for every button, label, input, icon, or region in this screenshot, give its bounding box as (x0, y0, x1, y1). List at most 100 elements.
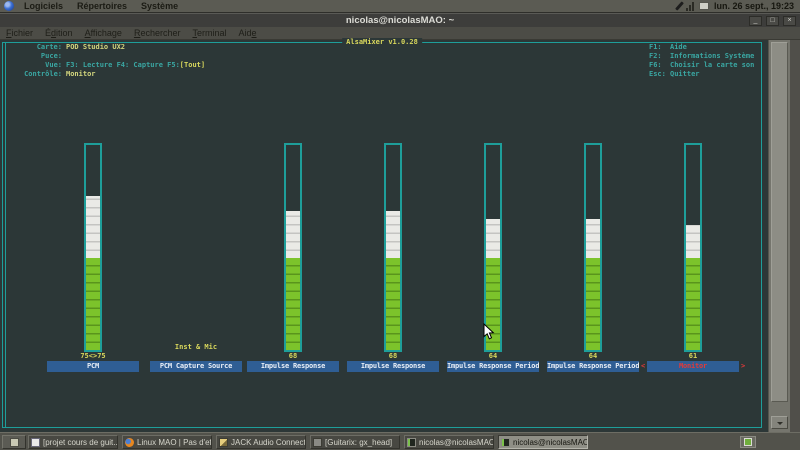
help-key: F1: (649, 43, 662, 51)
panel-menu-syst-me[interactable]: Système (134, 0, 185, 13)
view-mode: [Tout] (179, 61, 206, 69)
help-line-esc: Esc: Quitter (649, 70, 754, 79)
box-left-double-line (5, 43, 6, 427)
window-frame (790, 40, 800, 432)
control-value: Monitor (66, 70, 96, 78)
bar-fill-white (486, 218, 500, 258)
taskbar-item-5[interactable]: nicolas@nicolasMAO: ~ (498, 435, 588, 449)
terminal-menu-aide[interactable]: Aide (232, 27, 262, 40)
window-controls: _ □ × (749, 16, 796, 26)
mixer-bar-monitor-6[interactable] (684, 143, 702, 352)
pen-tray-icon[interactable] (674, 1, 684, 11)
taskbar-item-1[interactable]: Linux MAO | Pas d'eff... (122, 435, 212, 449)
signal-strength-icon[interactable] (685, 1, 694, 11)
desktop-screen: Logiciels Répertoires Système lun. 26 sept… (0, 0, 800, 450)
mixer-bar-impulse-response-3[interactable] (384, 143, 402, 352)
mixer-bar-pcm-0[interactable] (84, 143, 102, 352)
mixer-info: Carte: POD Studio UX2 Puce: Vue: F3: Lectu… (0, 43, 205, 79)
taskbar-tray (740, 436, 756, 448)
close-button[interactable]: × (783, 16, 796, 26)
bar-fill-green (386, 257, 400, 350)
network-tray-icon[interactable] (698, 2, 709, 10)
mixer-label-pcm-capture-source-1[interactable]: PCM Capture Source (150, 361, 242, 372)
help-line-f1: F1: Aide (649, 43, 754, 52)
help-key: F6: (649, 61, 662, 69)
terminal-menu-affichage[interactable]: Affichage (79, 27, 128, 40)
help-line-f6: F6: Choisir la carte son (649, 61, 754, 70)
view-keys: F3: Lecture F4: Capture F5: (66, 61, 180, 69)
help-key: F2: (649, 52, 662, 60)
bar-fill-white (586, 218, 600, 258)
taskbar-item-label: [Guitarix: gx_head] (325, 437, 393, 447)
panel-menus: Logiciels Répertoires Système (17, 0, 185, 13)
guitarix-icon (313, 437, 322, 447)
terminal-icon (501, 437, 510, 447)
bar-fill-green (586, 257, 600, 350)
bar-fill-green (86, 257, 100, 350)
firefox-icon (125, 437, 134, 447)
show-desktop-button[interactable] (2, 435, 26, 449)
terminal-scrollbar[interactable] (768, 40, 790, 432)
mixer-label-monitor-6[interactable]: Monitor (647, 361, 739, 372)
mixer-value-impulse-response-3: 68 (388, 352, 398, 360)
taskbar-item-label: [projet cours de guit... (43, 437, 118, 447)
terminal-menu-dition[interactable]: Édition (39, 27, 79, 40)
mixer-value-impulse-response-2: 68 (288, 352, 298, 360)
help-text: Informations Système (670, 52, 755, 60)
desktop-icon (9, 437, 19, 447)
taskbar-item-0[interactable]: [projet cours de guit... (28, 435, 118, 449)
taskbar-item-2[interactable]: JACK Audio Connecti... (216, 435, 306, 449)
maximize-button[interactable]: □ (766, 16, 779, 26)
bar-fill-white (286, 210, 300, 258)
mixer-bar-impulse-response-period-5[interactable] (584, 143, 602, 352)
mixer-bar-impulse-response-2[interactable] (284, 143, 302, 352)
applications-menu-icon[interactable] (4, 1, 14, 11)
terminal-content: AlsaMixer v1.0.28 Carte: POD Studio UX2 P… (0, 38, 768, 432)
mixer-bar-impulse-response-period-4[interactable] (484, 143, 502, 352)
alsamixer-title: AlsaMixer v1.0.28 (342, 38, 422, 46)
tray-terminal-icon[interactable] (744, 438, 752, 446)
mixer-label-impulse-response-period-4[interactable]: Impulse Response Period (447, 361, 539, 372)
mixer-label-impulse-response-3[interactable]: Impulse Response (347, 361, 439, 372)
scrollbar-down-button[interactable] (771, 416, 788, 429)
taskbar-item-3[interactable]: [Guitarix: gx_head] (310, 435, 400, 449)
card-value: POD Studio UX2 (66, 43, 126, 51)
bar-fill-white (386, 210, 400, 258)
panel-tray: lun. 26 sept., 19:23 (674, 1, 800, 11)
help-text: Aide (670, 43, 687, 51)
taskbar: [projet cours de guit... Linux MAO | Pas … (0, 432, 800, 450)
panel-menu-r-pertoires[interactable]: Répertoires (70, 0, 134, 13)
mixer-help: F1: Aide F2: Informations Système F6: Choisir… (649, 43, 754, 79)
mixer-label-impulse-response-period-5[interactable]: Impulse Response Period (547, 361, 639, 372)
selected-right-arrow: > (741, 362, 746, 370)
minimize-button[interactable]: _ (749, 16, 762, 26)
taskbar-item-label: nicolas@nicolasMAO:... (419, 437, 493, 447)
panel-menu-logiciels[interactable]: Logiciels (17, 0, 70, 13)
taskbar-item-label: JACK Audio Connecti... (231, 437, 306, 447)
bar-fill-white (686, 224, 700, 258)
terminal-menu-fichier[interactable]: Fichier (0, 27, 39, 40)
bar-fill-white (86, 196, 100, 258)
scrollbar-thumb[interactable] (771, 42, 788, 402)
chip-label: Puce: (40, 52, 62, 60)
bar-fill-green (286, 257, 300, 350)
terminal-menu-rechercher[interactable]: Rechercher (128, 27, 187, 40)
mixer-label-pcm-0[interactable]: PCM (47, 361, 139, 372)
mixer-value-pcm-capture-source-1: Inst & Mic (174, 343, 218, 351)
desktop-top-panel: Logiciels Répertoires Système lun. 26 sept… (0, 0, 800, 13)
terminal-titlebar[interactable]: nicolas@nicolasMAO: ~ _ □ × (0, 13, 800, 27)
help-key: Esc: (649, 70, 666, 78)
mixer-value-pcm-0: 75<>75 (80, 352, 106, 360)
terminal-icon (407, 437, 416, 447)
taskbar-item-4[interactable]: nicolas@nicolasMAO:... (404, 435, 494, 449)
view-label: Vue: (45, 61, 62, 69)
card-label: Carte: (36, 43, 62, 51)
help-line-f2: F2: Informations Système (649, 52, 754, 61)
bar-fill-green (686, 257, 700, 350)
terminal-menu-terminal[interactable]: Terminal (186, 27, 232, 40)
selected-left-arrow: < (641, 362, 646, 370)
taskbar-item-label: Linux MAO | Pas d'eff... (137, 437, 212, 447)
help-text: Quitter (670, 70, 700, 78)
clock: lun. 26 sept., 19:23 (713, 1, 794, 11)
mixer-label-impulse-response-2[interactable]: Impulse Response (247, 361, 339, 372)
